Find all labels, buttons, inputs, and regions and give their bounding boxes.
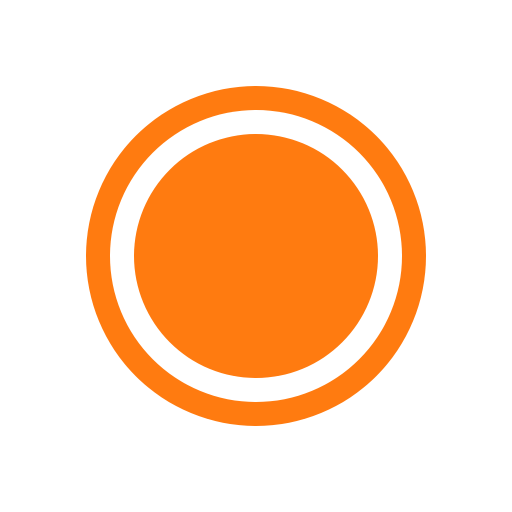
inner-dot xyxy=(134,134,378,378)
record-icon[interactable] xyxy=(0,0,512,512)
icon-canvas xyxy=(0,0,512,512)
